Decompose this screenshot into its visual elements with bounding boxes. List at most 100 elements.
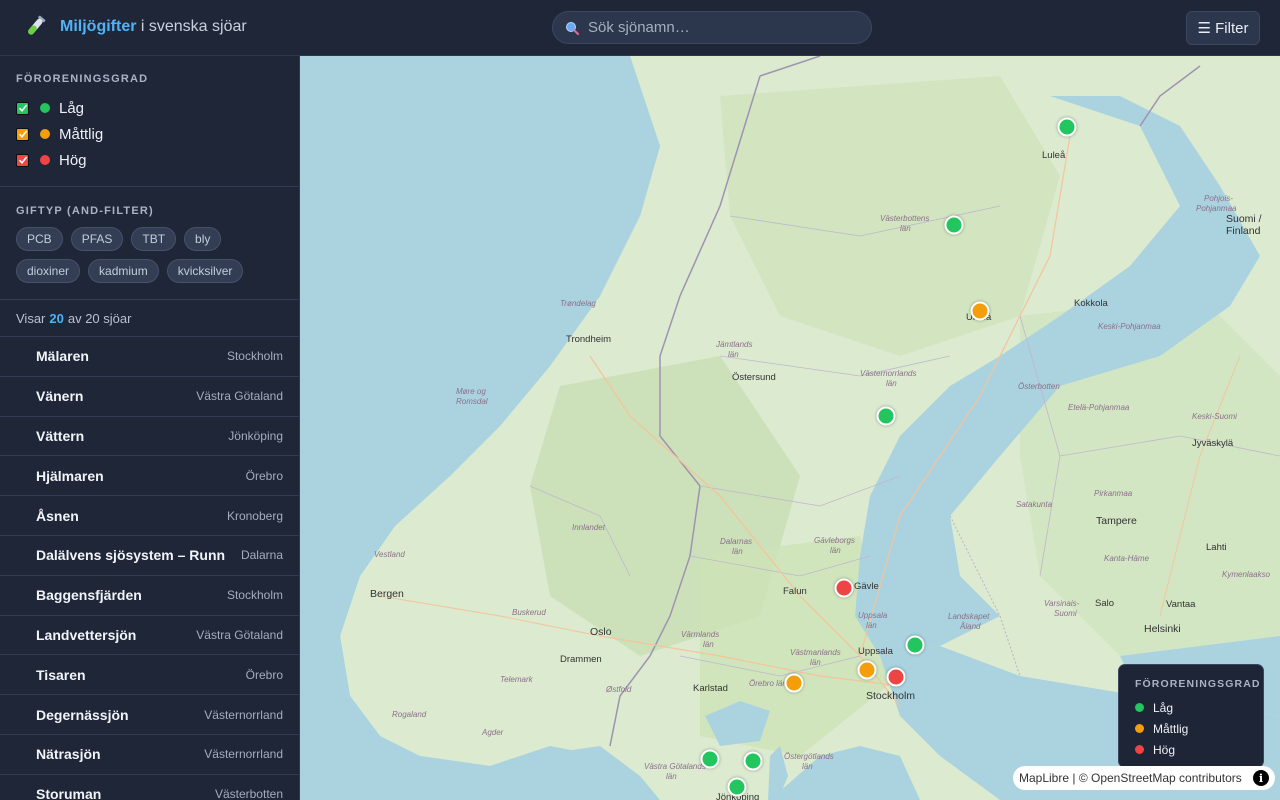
map-label-bergen: Bergen	[370, 588, 404, 600]
lake-list-item[interactable]: Baggensfjärden Stockholm	[0, 576, 299, 616]
map-label-finland: Finland	[1226, 225, 1261, 237]
map-label-jamtland: Jämtlands	[716, 340, 753, 349]
toxin-chip[interactable]: kvicksilver	[166, 259, 244, 283]
map-label-tampere: Tampere	[1096, 515, 1137, 527]
lake-marker[interactable]	[886, 667, 906, 687]
lake-marker[interactable]	[944, 215, 964, 235]
lake-list-item[interactable]: Storuman Västerbotten	[0, 775, 299, 800]
map-label-lan-4: län	[703, 640, 714, 649]
map-label-lan-5: län	[732, 547, 743, 556]
map-label-salo: Salo	[1095, 598, 1115, 609]
lake-list-item[interactable]: Dalälvens sjösystem – Runn Dalarna	[0, 536, 299, 576]
lake-marker[interactable]	[834, 578, 854, 598]
lake-marker[interactable]	[784, 673, 804, 693]
toxin-chip[interactable]: PFAS	[70, 227, 124, 251]
map-label-suomi: Suomi /	[1226, 213, 1262, 225]
lake-marker[interactable]	[857, 660, 877, 680]
level-checkbox[interactable]	[16, 153, 29, 167]
toxin-chip[interactable]: kadmium	[88, 259, 159, 283]
lake-marker[interactable]	[876, 406, 896, 426]
lake-marker[interactable]	[1057, 117, 1077, 137]
map-label-kanta-hame: Kanta-Häme	[1104, 554, 1149, 563]
lake-marker[interactable]	[727, 777, 747, 797]
map-label-landskapet: Landskapet	[948, 612, 990, 621]
lake-list-item[interactable]: Åsnen Kronoberg	[0, 496, 299, 536]
lake-name: Vänern	[36, 388, 84, 405]
level-label: Måttlig	[59, 125, 104, 143]
lake-list-item[interactable]: Vättern Jönköping	[0, 417, 299, 457]
map-label-pohjanmaa: Pohjanmaa	[1196, 204, 1237, 213]
map-label-falun: Falun	[783, 586, 807, 597]
map-label-uppsala: Uppsala	[858, 646, 893, 657]
level-dot	[40, 103, 50, 113]
lake-name: Dalälvens sjösystem – Runn	[36, 547, 226, 564]
map-label-lan-3: län	[886, 379, 897, 388]
filter-button[interactable]: ☰ Filter	[1186, 11, 1260, 45]
lake-name: Vättern	[36, 427, 85, 444]
map[interactable]: Luleå Västerbottens län Umeå Jämtlands l…	[300, 56, 1280, 800]
map-label-suomi-2: Suomi	[1054, 609, 1077, 618]
toxin-chip[interactable]: dioxiner	[16, 259, 81, 283]
lake-list-item[interactable]: Degernässjön Västernorrland	[0, 695, 299, 735]
map-label-lan-2: län	[728, 350, 739, 359]
map-label-karlstad: Karlstad	[693, 683, 728, 694]
lake-marker[interactable]	[700, 749, 720, 769]
map-legend: FÖRORENINGSGRAD Låg Måttlig Hög	[1118, 664, 1264, 768]
level-label: Låg	[59, 99, 85, 117]
info-icon[interactable]: i	[1253, 770, 1269, 786]
lake-list-item[interactable]: Hjälmaren Örebro	[0, 456, 299, 497]
map-label-vestland: Vestland	[374, 550, 405, 559]
map-label-lan-8: län	[810, 658, 821, 667]
lake-list-item[interactable]: Vänern Västra Götaland	[0, 377, 299, 417]
legend-label: Hög	[1153, 742, 1176, 757]
toxin-chip[interactable]: TBT	[131, 227, 177, 251]
map-label-lulea: Luleå	[1042, 150, 1066, 161]
level-filter-row[interactable]: Måttlig	[16, 121, 283, 147]
test-tube-icon	[28, 15, 46, 35]
level-checkbox[interactable]	[16, 127, 29, 141]
map-label-pohjois: Pohjois-	[1204, 194, 1233, 203]
level-filter-row[interactable]: Hög	[16, 147, 283, 173]
legend-label: Låg	[1153, 700, 1174, 715]
toxin-chip[interactable]: PCB	[16, 227, 63, 251]
brand: Miljögifter i svenska sjöar	[22, 14, 247, 40]
lake-list-item[interactable]: Tisaren Örebro	[0, 655, 299, 696]
lake-list-item[interactable]: Nätrasjön Västernorrland	[0, 735, 299, 775]
lake-list-item[interactable]: Mälaren Stockholm	[0, 337, 299, 377]
legend-row: Låg	[1135, 697, 1247, 718]
lake-marker[interactable]	[743, 751, 763, 771]
lake-region: Örebro	[245, 667, 283, 682]
osm-link[interactable]: OpenStreetMap	[1091, 771, 1176, 785]
lake-name: Baggensfjärden	[36, 587, 142, 604]
lake-region: Stockholm	[226, 588, 283, 603]
toxin-chip[interactable]: bly	[184, 227, 222, 251]
map-label-kymenlaakso: Kymenlaakso	[1222, 570, 1271, 579]
map-label-vastra-gotaland: Västra Götalands	[644, 762, 706, 771]
lake-marker[interactable]	[970, 301, 990, 321]
lake-region: Västra Götaland	[196, 389, 283, 404]
level-dot	[40, 129, 50, 139]
lake-name: Nätrasjön	[36, 746, 101, 763]
search-box[interactable]	[552, 11, 872, 44]
map-label-lan-7: län	[866, 621, 877, 630]
level-filter-row[interactable]: Låg	[16, 95, 283, 121]
search-input[interactable]	[588, 19, 858, 36]
maplibre-link[interactable]: MapLibre	[1019, 771, 1069, 785]
legend-title: FÖRORENINGSGRAD	[1135, 678, 1261, 690]
map-label-gavle: Gävle	[854, 581, 879, 592]
level-checkbox[interactable]	[16, 101, 29, 115]
map-label-vasterbotten: Västerbottens	[880, 214, 930, 223]
legend-dot	[1135, 724, 1144, 733]
legend-dot	[1135, 745, 1144, 754]
map-label-lan-9: län	[666, 772, 677, 781]
lake-name: Mälaren	[36, 348, 89, 365]
lake-name: Degernässjön	[36, 706, 129, 723]
toxin-type-section: GIFTYP (AND-FILTER) PCB PFAS TBT bly dioxine…	[0, 187, 299, 300]
lake-marker[interactable]	[905, 635, 925, 655]
lake-region: Örebro	[245, 468, 283, 483]
lake-list-item[interactable]: Landvettersjön Västra Götaland	[0, 616, 299, 656]
map-label-keski-pohjanmaa: Keski-Pohjanmaa	[1098, 322, 1161, 331]
lake-region: Västernorrland	[204, 747, 283, 762]
level-dot	[40, 155, 50, 165]
lake-region: Västernorrland	[204, 707, 283, 722]
